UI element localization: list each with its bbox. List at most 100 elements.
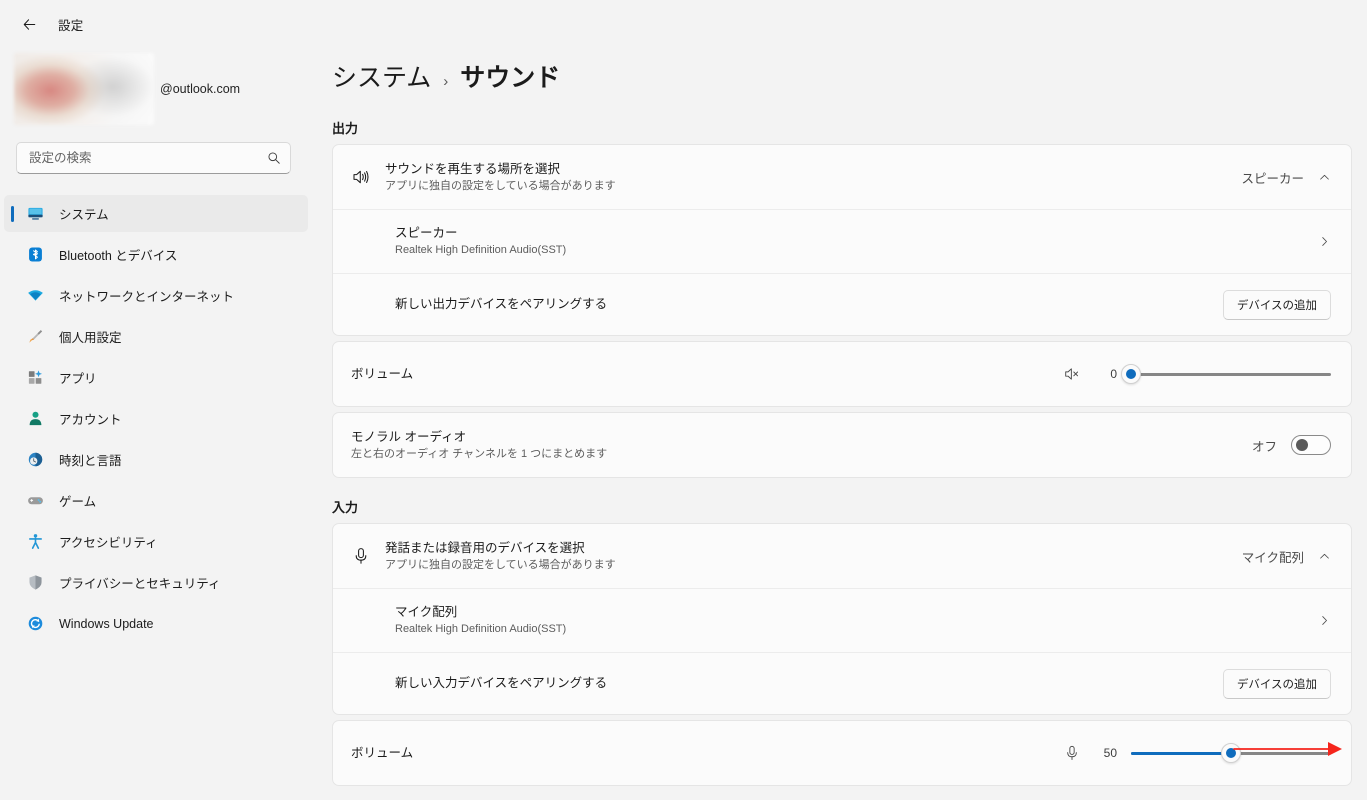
slider-track xyxy=(1131,372,1331,376)
account-email: @outlook.com xyxy=(160,82,241,96)
sidebar-item-apps[interactable]: アプリ xyxy=(4,359,308,396)
output-device-subtitle: Realtek High Definition Audio(SST) xyxy=(395,244,567,256)
microphone-icon[interactable] xyxy=(1063,744,1081,762)
clock-icon xyxy=(26,451,44,469)
toggle-knob xyxy=(1296,439,1308,451)
output-choose-device-subtitle: アプリに独自の設定をしている場合があります xyxy=(385,179,616,192)
output-device-card: サウンドを再生する場所を選択 アプリに独自の設定をしている場合があります スピー… xyxy=(332,144,1352,336)
input-pair-row: 新しい入力デバイスをペアリングする デバイスの追加 xyxy=(333,652,1351,714)
sidebar-item-network-internet[interactable]: ネットワークとインターネット xyxy=(4,277,308,314)
chevron-right-icon: › xyxy=(443,73,449,90)
mono-audio-title: モノラル オーディオ xyxy=(351,429,467,444)
search-input[interactable] xyxy=(29,151,267,165)
update-refresh-icon xyxy=(26,615,44,633)
input-choose-device-row[interactable]: 発話または録音用のデバイスを選択 アプリに独自の設定をしている場合があります マ… xyxy=(333,524,1351,588)
output-volume-slider[interactable] xyxy=(1121,364,1331,384)
slider-fill xyxy=(1131,751,1231,755)
output-device-row[interactable]: スピーカー Realtek High Definition Audio(SST) xyxy=(333,209,1351,273)
input-volume-slider[interactable] xyxy=(1131,743,1331,763)
output-volume-card: ボリューム 0 xyxy=(332,341,1352,407)
input-device-title: マイク配列 xyxy=(395,605,458,619)
output-device-title: スピーカー xyxy=(395,226,458,240)
sidebar-item-label: システム xyxy=(59,208,109,222)
paintbrush-icon xyxy=(26,328,44,346)
input-device-subtitle: Realtek High Definition Audio(SST) xyxy=(395,623,567,635)
input-pair-label: 新しい入力デバイスをペアリングする xyxy=(395,676,608,690)
back-button[interactable] xyxy=(14,9,44,39)
input-volume-card: ボリューム 50 xyxy=(332,720,1352,786)
input-device-card: 発話または録音用のデバイスを選択 アプリに独自の設定をしている場合があります マ… xyxy=(332,523,1352,715)
search-icon xyxy=(267,151,281,165)
sidebar-item-label: Bluetooth とデバイス xyxy=(59,249,178,263)
output-volume-label: ボリューム xyxy=(351,366,414,381)
input-section-label: 入力 xyxy=(332,500,359,515)
main-content: システム › サウンド 出力 サウンドを再生する場所を選択 アプリに独自の設定を… xyxy=(320,48,1367,800)
sidebar-item-accounts[interactable]: アカウント xyxy=(4,400,308,437)
sidebar: @outlook.com 設定の検索 システム Bluetooth とデバイス … xyxy=(0,48,320,800)
bluetooth-icon xyxy=(26,246,44,264)
sidebar-item-gaming[interactable]: ゲーム xyxy=(4,482,308,519)
output-choose-device-row[interactable]: サウンドを再生する場所を選択 アプリに独自の設定をしている場合があります スピー… xyxy=(333,145,1351,209)
output-volume-row: ボリューム 0 xyxy=(333,342,1351,406)
sidebar-item-personalization[interactable]: 個人用設定 xyxy=(4,318,308,355)
chevron-right-icon[interactable] xyxy=(1318,614,1331,627)
input-volume-row: ボリューム 50 xyxy=(333,721,1351,785)
add-output-device-button[interactable]: デバイスの追加 xyxy=(1222,289,1331,320)
chevron-right-icon[interactable] xyxy=(1318,235,1331,248)
output-selected-device-value: スピーカー xyxy=(1241,171,1304,186)
breadcrumb: システム › サウンド xyxy=(332,61,1367,99)
mono-audio-toggle[interactable] xyxy=(1291,435,1331,455)
output-volume-value: 0 xyxy=(1110,367,1117,381)
avatar xyxy=(14,53,154,125)
sidebar-item-label: アカウント xyxy=(59,413,122,427)
slider-thumb[interactable] xyxy=(1121,364,1141,384)
slider-thumb[interactable] xyxy=(1221,743,1241,763)
apps-grid-icon xyxy=(26,369,44,387)
sidebar-item-bluetooth-devices[interactable]: Bluetooth とデバイス xyxy=(4,236,308,273)
back-arrow-icon xyxy=(23,18,35,30)
mono-audio-state-label: オフ xyxy=(1251,439,1277,454)
input-volume-label: ボリューム xyxy=(351,745,414,760)
input-volume-value: 50 xyxy=(1103,746,1117,760)
sidebar-item-accessibility[interactable]: アクセシビリティ xyxy=(4,523,308,560)
sidebar-item-label: Windows Update xyxy=(59,616,154,631)
accessibility-person-icon xyxy=(26,533,44,551)
page-title: サウンド xyxy=(460,64,561,92)
sidebar-item-label: アクセシビリティ xyxy=(59,536,158,550)
gamepad-icon xyxy=(26,492,44,510)
output-section-label: 出力 xyxy=(332,121,359,136)
sidebar-item-label: プライバシーとセキュリティ xyxy=(59,577,221,591)
search-box[interactable] xyxy=(16,142,291,174)
output-choose-device-title: サウンドを再生する場所を選択 xyxy=(385,161,561,176)
settings-window: 設定 @outlook.com 設定の検索 システム Bluetooth とデバ… xyxy=(0,0,1367,800)
chevron-up-icon[interactable] xyxy=(1318,550,1331,563)
shield-icon xyxy=(26,574,44,592)
breadcrumb-parent[interactable]: システム xyxy=(332,61,431,95)
mono-audio-subtitle: 左と右のオーディオ チャンネルを 1 つにまとめます xyxy=(351,447,608,460)
sidebar-item-system[interactable]: システム xyxy=(4,195,308,232)
sidebar-nav: システム Bluetooth とデバイス ネットワークとインターネット 個人用設… xyxy=(0,195,320,642)
mono-audio-card: モノラル オーディオ 左と右のオーディオ チャンネルを 1 つにまとめます オフ xyxy=(332,412,1352,478)
input-choose-device-subtitle: アプリに独自の設定をしている場合があります xyxy=(385,558,616,571)
sidebar-item-label: アプリ xyxy=(59,372,97,386)
app-title: 設定 xyxy=(58,18,84,33)
sidebar-item-label: ゲーム xyxy=(59,495,97,509)
sidebar-item-privacy-security[interactable]: プライバシーとセキュリティ xyxy=(4,564,308,601)
monitor-icon xyxy=(26,205,44,223)
chevron-up-icon[interactable] xyxy=(1318,171,1331,184)
speaker-muted-icon[interactable] xyxy=(1063,365,1081,383)
sidebar-item-time-language[interactable]: 時刻と言語 xyxy=(4,441,308,478)
output-pair-label: 新しい出力デバイスをペアリングする xyxy=(395,297,608,311)
microphone-icon xyxy=(351,546,385,566)
input-selected-device-value: マイク配列 xyxy=(1241,550,1304,565)
sidebar-item-windows-update[interactable]: Windows Update xyxy=(4,605,308,642)
add-input-device-button[interactable]: デバイスの追加 xyxy=(1222,668,1331,699)
input-device-row[interactable]: マイク配列 Realtek High Definition Audio(SST) xyxy=(333,588,1351,652)
sidebar-item-label: 個人用設定 xyxy=(59,331,122,345)
speaker-waves-icon xyxy=(351,167,385,187)
mono-audio-row: モノラル オーディオ 左と右のオーディオ チャンネルを 1 つにまとめます オフ xyxy=(333,413,1351,477)
output-pair-row: 新しい出力デバイスをペアリングする デバイスの追加 xyxy=(333,273,1351,335)
input-choose-device-title: 発話または録音用のデバイスを選択 xyxy=(385,540,585,555)
account-block[interactable]: @outlook.com xyxy=(14,53,320,125)
sidebar-item-label: 時刻と言語 xyxy=(59,454,122,468)
